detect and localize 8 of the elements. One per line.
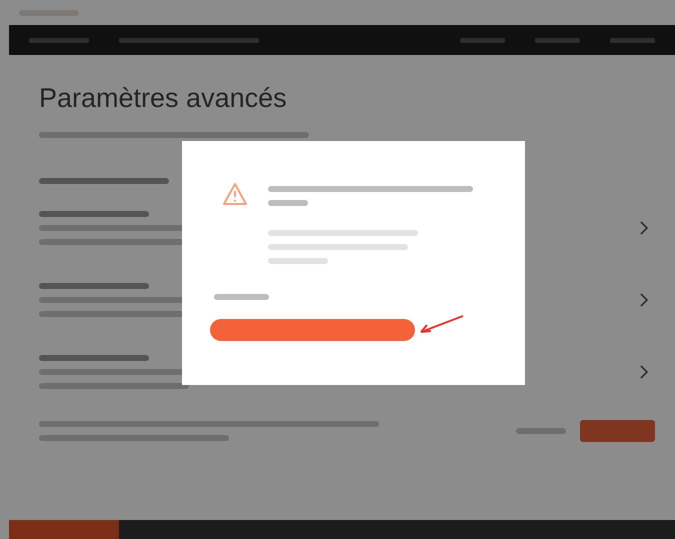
text-placeholder: [268, 258, 328, 264]
chevron-icon[interactable]: [639, 221, 649, 235]
chevron-icon[interactable]: [639, 293, 649, 307]
confirm-button[interactable]: [210, 319, 415, 341]
warning-icon: [222, 182, 248, 206]
page-title: Paramètres avancés: [39, 83, 288, 114]
chevron-icon[interactable]: [639, 365, 649, 379]
text-placeholder: [268, 200, 308, 206]
